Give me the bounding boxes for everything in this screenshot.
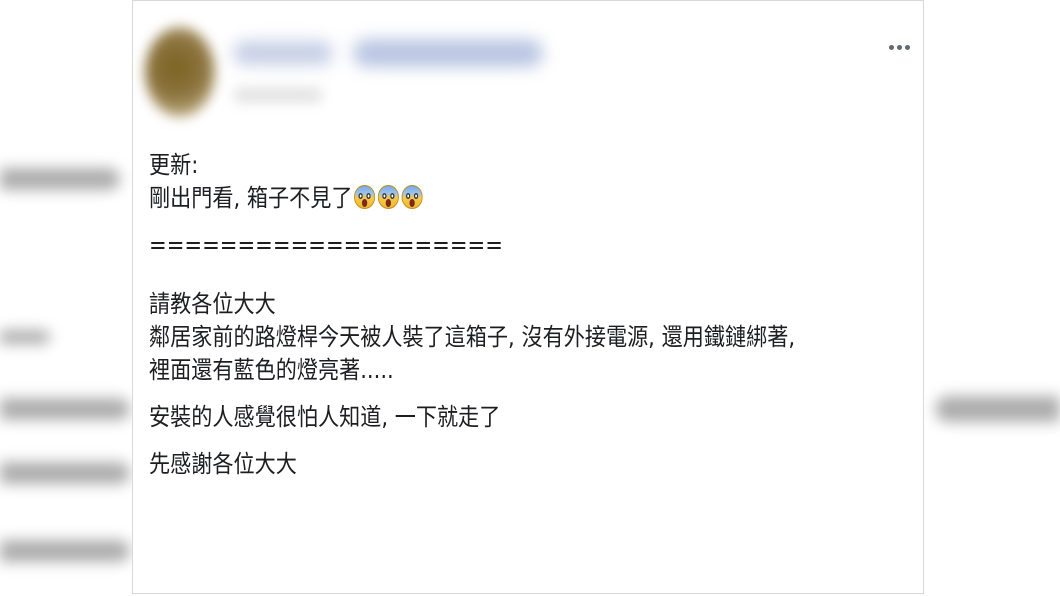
avatar[interactable]	[145, 27, 215, 117]
post-card: 更新: 剛出門看, 箱子不見了 ==================== 請教各…	[132, 0, 924, 594]
post-text: 更新: 剛出門看, 箱子不見了 ==================== 請教各…	[149, 149, 818, 481]
emoji-group	[354, 185, 423, 209]
body-line-1: 鄰居家前的路燈桿今天被人裝了這箱子, 沒有外接電源, 還用鐵鏈綁著,	[149, 323, 796, 351]
update-label: 更新:	[149, 151, 199, 179]
post-timestamp-blurred[interactable]	[233, 87, 323, 103]
blurred-background-right	[926, 0, 1060, 596]
face-screaming-in-fear-icon	[401, 185, 423, 209]
update-line: 剛出門看, 箱子不見了	[149, 182, 818, 215]
ask-line: 請教各位大大	[149, 290, 276, 318]
separator-line: ====================	[149, 231, 503, 259]
face-screaming-in-fear-icon	[354, 185, 376, 209]
update-text: 剛出門看, 箱子不見了	[149, 184, 353, 212]
body-line-2: 裡面還有藍色的燈亮著.....	[149, 356, 394, 384]
more-options-icon	[888, 44, 894, 50]
blurred-background-left	[0, 0, 132, 596]
author-name-blurred[interactable]	[233, 37, 553, 73]
more-options-button[interactable]	[881, 37, 917, 57]
thanks-line: 先感謝各位大大	[149, 450, 297, 478]
face-screaming-in-fear-icon	[378, 185, 400, 209]
body-line-3: 安裝的人感覺很怕人知道, 一下就走了	[149, 403, 501, 431]
